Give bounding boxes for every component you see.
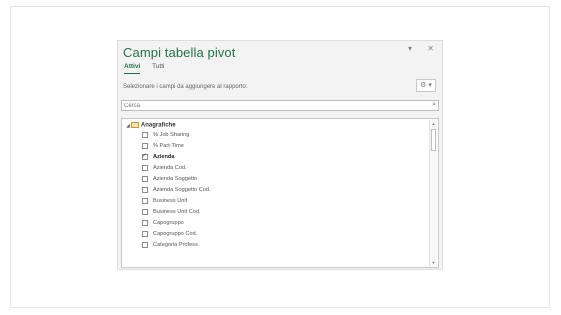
field-item-azienda-soggetto-cod[interactable]: Azienda Soggetto Cod.: [142, 185, 211, 195]
vertical-scrollbar[interactable]: ▲ ▼: [429, 120, 437, 266]
field-item-job-sharing[interactable]: % Job Sharing: [142, 130, 189, 140]
group-anagrafiche[interactable]: ◢ Anagrafiche: [126, 122, 176, 129]
field-label: Capogruppo Cod.: [153, 231, 198, 237]
scroll-up-icon[interactable]: ▲: [430, 120, 437, 127]
field-list: ◢ Anagrafiche % Job Sharing % Part-Time A…: [121, 118, 439, 268]
scrollbar-thumb[interactable]: [431, 129, 436, 151]
pane-options-dropdown-icon[interactable]: ▾: [408, 44, 412, 53]
field-checkbox[interactable]: [142, 132, 148, 138]
field-item-azienda[interactable]: Azienda: [142, 152, 174, 162]
field-item-azienda-cod[interactable]: Azienda Cod.: [142, 163, 187, 173]
group-label: Anagrafiche: [140, 122, 176, 129]
field-checkbox[interactable]: [142, 242, 148, 248]
field-item-capogruppo-cod[interactable]: Capogruppo Cod.: [142, 229, 197, 239]
field-item-business-unit-cod[interactable]: Business Unit Cod.: [142, 207, 201, 217]
field-checkbox[interactable]: [142, 176, 148, 182]
field-checkbox[interactable]: [142, 220, 148, 226]
field-label: Azienda Soggetto Cod.: [153, 187, 211, 193]
scroll-down-icon[interactable]: ▼: [430, 259, 437, 266]
field-label: Capogruppo: [153, 220, 184, 226]
search-box: ⌕: [121, 100, 439, 111]
field-label: % Job Sharing: [153, 132, 190, 138]
tools-gear-button[interactable]: ⚙ ▾: [416, 79, 436, 92]
close-icon[interactable]: ✕: [427, 44, 434, 53]
field-item-categoria-profess[interactable]: Categoria Profess.: [142, 240, 199, 250]
field-checkbox-checked[interactable]: [142, 152, 148, 160]
collapse-arrow-icon[interactable]: ◢: [126, 123, 130, 129]
field-checkbox[interactable]: [142, 143, 148, 149]
field-label: Azienda Cod.: [153, 165, 187, 171]
field-item-part-time[interactable]: % Part-Time: [142, 141, 184, 151]
field-checkbox[interactable]: [142, 209, 148, 215]
pane-title: Campi tabella pivot: [123, 45, 236, 60]
tab-attivi[interactable]: Attivi: [124, 63, 141, 74]
field-item-business-unit[interactable]: Business Unit: [142, 196, 187, 206]
field-label: Azienda: [153, 154, 175, 160]
field-selection-hint: Selezionare i campi da aggiungere al rap…: [123, 84, 248, 90]
field-checkbox[interactable]: [142, 231, 148, 237]
field-checkbox[interactable]: [142, 187, 148, 193]
field-item-azienda-soggetto[interactable]: Azienda Soggetto: [142, 174, 197, 184]
field-label: Azienda Soggetto: [153, 176, 198, 182]
search-input[interactable]: [122, 101, 414, 110]
field-label: % Part-Time: [153, 143, 184, 149]
tab-bar: Attivi Tutti: [124, 63, 174, 74]
pivot-field-list-pane: Campi tabella pivot ▾ ✕ Attivi Tutti Sel…: [117, 40, 443, 270]
field-label: Business Unit: [153, 198, 188, 204]
field-checkbox[interactable]: [142, 165, 148, 171]
field-checkbox[interactable]: [142, 198, 148, 204]
table-icon: [130, 122, 139, 128]
tab-tutti[interactable]: Tutti: [152, 63, 164, 73]
field-label: Categoria Profess.: [153, 242, 200, 248]
search-icon[interactable]: ⌕: [432, 101, 436, 109]
field-label: Business Unit Cod.: [153, 209, 201, 215]
field-item-capogruppo[interactable]: Capogruppo: [142, 218, 184, 228]
